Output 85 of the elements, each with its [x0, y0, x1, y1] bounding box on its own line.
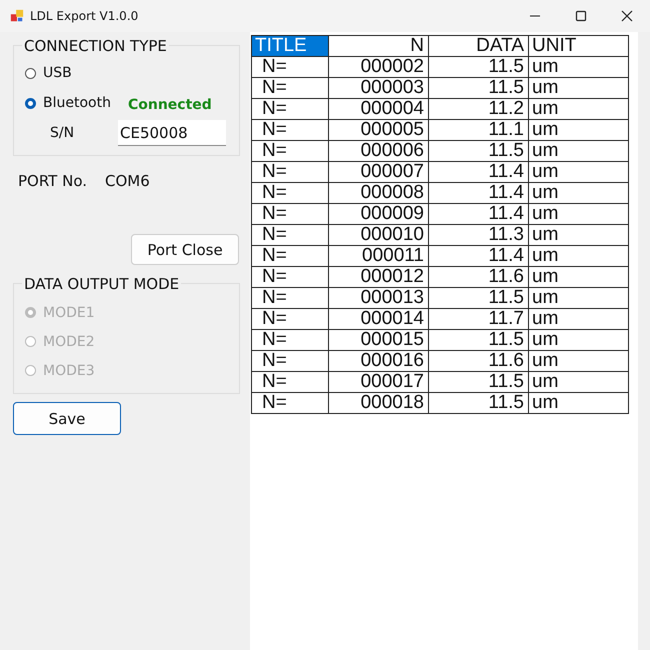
table-cell: 11.4: [428, 182, 528, 204]
table-cell: N=: [252, 266, 328, 288]
table-cell: um: [528, 308, 628, 330]
close-icon[interactable]: [621, 10, 633, 22]
table-cell: um: [528, 224, 628, 246]
table-cell: um: [528, 98, 628, 120]
serial-label: S/N: [49, 125, 76, 141]
maximize-icon[interactable]: [575, 10, 587, 22]
table-cell: um: [528, 266, 628, 288]
table-cell: 000014: [328, 308, 428, 330]
table-cell: 11.6: [428, 350, 528, 372]
table-cell: N=: [252, 120, 328, 140]
table-cell: 000011: [328, 246, 428, 266]
table-cell: um: [528, 246, 628, 266]
port-label: PORT No.: [18, 172, 88, 190]
table-cell: N=: [252, 56, 328, 78]
table-cell: N=: [252, 308, 328, 330]
table-cell: um: [528, 204, 628, 224]
table-cell: 000013: [328, 288, 428, 308]
table-cell: um: [528, 288, 628, 308]
table-cell: um: [528, 392, 628, 414]
table-cell: 000015: [328, 330, 428, 350]
table-cell: 11.2: [428, 98, 528, 120]
save-button[interactable]: Save: [13, 402, 121, 435]
table-cell: 11.4: [428, 162, 528, 182]
table-cell: N=: [252, 392, 328, 414]
table-cell: 11.5: [428, 392, 528, 414]
table-cell: 000012: [328, 266, 428, 288]
radio-button[interactable]: Bluetooth: [25, 95, 111, 111]
table-cell: N=: [252, 330, 328, 350]
table-cell: 000002: [328, 56, 428, 78]
table-cell: 000017: [328, 372, 428, 392]
table-cell: um: [528, 56, 628, 78]
radio-button[interactable]: USB: [25, 65, 72, 81]
table-cell: 11.5: [428, 330, 528, 350]
column-header[interactable]: N: [328, 36, 428, 56]
table-cell: 000006: [328, 140, 428, 162]
table-cell: 000007: [328, 162, 428, 182]
table-cell: 11.5: [428, 78, 528, 98]
column-header[interactable]: UNIT: [528, 36, 628, 56]
table-cell: 11.3: [428, 224, 528, 246]
port-close-button[interactable]: Port Close: [131, 234, 239, 265]
table-cell: 000010: [328, 224, 428, 246]
table-cell: 11.5: [428, 140, 528, 162]
table-cell: 11.5: [428, 372, 528, 392]
table-cell: 11.4: [428, 246, 528, 266]
table-cell: 000004: [328, 98, 428, 120]
table-cell: N=: [252, 372, 328, 392]
table-cell: N=: [252, 246, 328, 266]
app-icon: [10, 9, 24, 23]
table-cell: 11.5: [428, 288, 528, 308]
table-cell: 000003: [328, 78, 428, 98]
table-cell: N=: [252, 288, 328, 308]
table-cell: um: [528, 120, 628, 140]
table-cell: 11.7: [428, 308, 528, 330]
table-cell: N=: [252, 350, 328, 372]
window-title: LDL Export V1.0.0: [30, 9, 138, 23]
table-cell: 11.6: [428, 266, 528, 288]
table-cell: N=: [252, 204, 328, 224]
table-cell: N=: [252, 78, 328, 98]
table-cell: um: [528, 78, 628, 98]
port-value: COM6: [105, 172, 150, 190]
table-cell: N=: [252, 182, 328, 204]
table-cell: N=: [252, 140, 328, 162]
table-cell: N=: [252, 224, 328, 246]
table-cell: 11.5: [428, 56, 528, 78]
serial-field[interactable]: CE50008: [118, 120, 226, 146]
table-cell: um: [528, 140, 628, 162]
table-cell: N=: [252, 162, 328, 182]
table-cell: um: [528, 330, 628, 350]
table-cell: 11.4: [428, 204, 528, 224]
table-cell: um: [528, 372, 628, 392]
table-cell: 11.1: [428, 120, 528, 140]
connection-status: Connected: [128, 97, 212, 113]
table-cell: 000009: [328, 204, 428, 224]
table-cell: um: [528, 162, 628, 182]
table-cell: 000018: [328, 392, 428, 414]
table-cell: 000016: [328, 350, 428, 372]
table-cell: 000005: [328, 120, 428, 140]
table-cell: um: [528, 182, 628, 204]
table-cell: N=: [252, 98, 328, 120]
table-cell: 000008: [328, 182, 428, 204]
column-header[interactable]: DATA: [428, 36, 528, 56]
table-cell: um: [528, 350, 628, 372]
column-header[interactable]: TITLE: [252, 36, 328, 56]
